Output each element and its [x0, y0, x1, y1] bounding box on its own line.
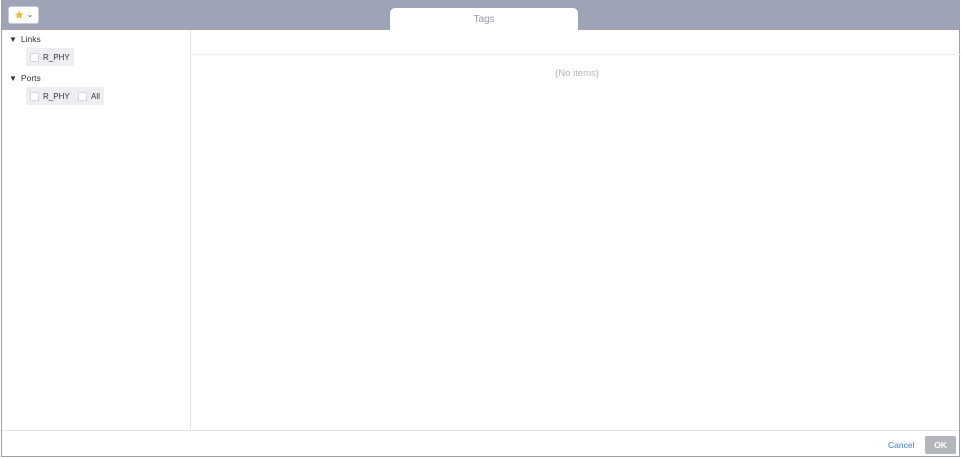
- checkbox[interactable]: [30, 91, 39, 101]
- tab-tags[interactable]: Tags: [390, 8, 578, 30]
- tag-chip-label: R_PHY: [43, 52, 70, 62]
- tag-chip-label: All: [91, 91, 100, 101]
- group-ports[interactable]: ▼ Ports: [9, 73, 41, 83]
- collapse-triangle-icon[interactable]: ▼: [9, 74, 17, 83]
- group-links-label: Links: [20, 34, 41, 44]
- collapse-triangle-icon[interactable]: ▼: [9, 35, 17, 44]
- tab-tags-label: Tags: [473, 13, 495, 25]
- empty-state-text: (No items): [555, 68, 599, 79]
- tag-chip-links-r-phy[interactable]: R_PHY: [26, 48, 74, 66]
- tag-chip-label: R_PHY: [43, 91, 70, 101]
- cancel-button[interactable]: Cancel: [888, 440, 914, 450]
- tags-dialog: ★ ⌄ Tags ▼ Links R_PHY ▼ Ports R_PHY All…: [1, 0, 961, 457]
- tag-tree-panel: ▼ Links R_PHY ▼ Ports R_PHY All: [2, 30, 191, 431]
- chevron-down-icon: ⌄: [26, 10, 34, 19]
- star-icon: ★: [13, 8, 25, 22]
- dialog-header: ★ ⌄ Tags: [2, 0, 959, 30]
- ok-button[interactable]: OK: [925, 436, 956, 454]
- dialog-footer: Cancel OK: [2, 430, 959, 457]
- tag-chip-ports-r-phy[interactable]: R_PHY: [26, 87, 74, 105]
- tag-chip-ports-all[interactable]: All: [74, 87, 104, 105]
- checkbox[interactable]: [78, 91, 87, 101]
- checkbox[interactable]: [30, 52, 39, 62]
- divider: [192, 54, 961, 55]
- group-links[interactable]: ▼ Links: [9, 34, 41, 44]
- group-ports-label: Ports: [20, 73, 41, 83]
- favorites-dropdown-button[interactable]: ★ ⌄: [8, 6, 39, 24]
